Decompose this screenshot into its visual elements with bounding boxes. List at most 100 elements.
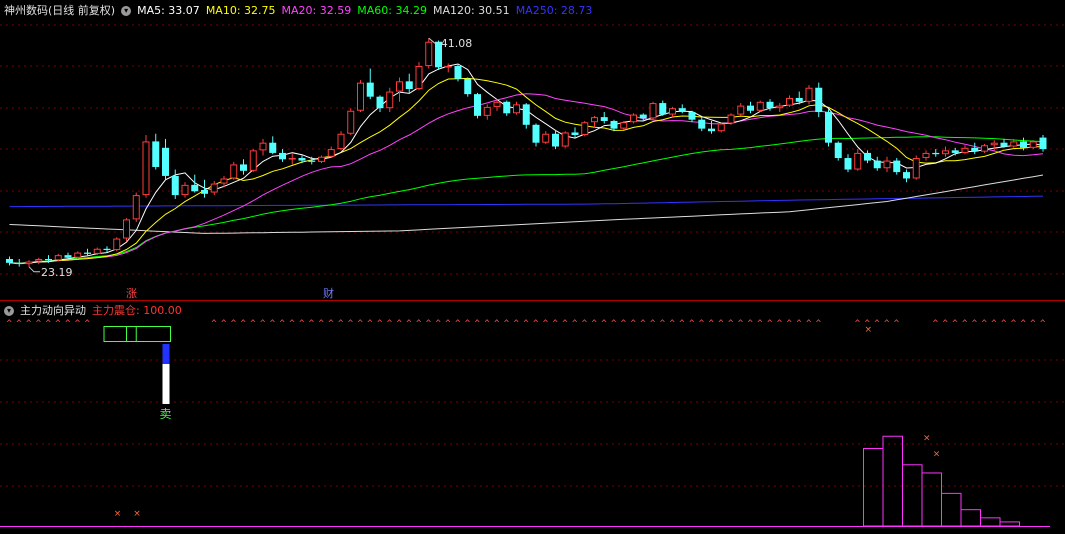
candle-body — [132, 195, 140, 220]
candle-body — [698, 119, 706, 129]
event-cai-badge[interactable]: 财 — [323, 288, 334, 300]
candle-body — [873, 160, 881, 169]
candle-body — [123, 219, 130, 239]
candle-body — [483, 106, 491, 116]
candle-body — [474, 94, 481, 116]
candle-body — [708, 128, 715, 132]
histogram-bar — [863, 447, 884, 527]
candle-body — [834, 142, 842, 159]
caret-marker: ^ — [358, 319, 364, 329]
candle-body — [620, 122, 628, 129]
caret-marker: ^ — [1011, 319, 1017, 329]
caret-marker: ^ — [55, 319, 61, 329]
candle-body — [230, 164, 238, 179]
candle-body — [961, 147, 969, 153]
caret-marker: ^ — [816, 319, 822, 329]
candle-body — [903, 172, 910, 179]
caret-marker: ^ — [611, 319, 617, 329]
caret-marker: ^ — [211, 319, 217, 329]
candle-body — [522, 104, 530, 125]
candle-body — [337, 133, 345, 150]
event-zhang-badge[interactable]: 涨 — [126, 288, 137, 300]
caret-marker: ^ — [709, 319, 715, 329]
candle-body — [152, 141, 160, 167]
signal-box — [103, 326, 171, 342]
candle-body — [64, 255, 72, 258]
caret-marker: ^ — [874, 319, 880, 329]
candle-body — [825, 112, 832, 143]
histogram-bar — [921, 472, 942, 527]
histogram-bar — [980, 517, 1001, 527]
histogram-bar — [902, 464, 923, 527]
caret-marker: ^ — [601, 319, 607, 329]
candlestick-chart: 41.0823.19^ ^ ^ ^ ^ ^ ^ ^ ^ ^ ^ ^ ^ ^ ^ ^ ^ ^ ^ ^ ^ ^ ^ ^ ^ ^ ^ ^ ^ ^… — [0, 24, 1065, 527]
caret-marker: ^ — [26, 319, 32, 329]
caret-marker: ^ — [553, 319, 559, 329]
caret-marker: ^ — [36, 319, 42, 329]
low-marker — [28, 266, 40, 273]
caret-marker: ^ — [65, 319, 71, 329]
caret-marker: ^ — [270, 319, 276, 329]
candle-body — [844, 158, 852, 170]
candle-body — [386, 91, 394, 109]
caret-marker: ^ — [962, 319, 968, 329]
candle-body — [425, 41, 433, 67]
ma250-label: MA250: 28.73 — [515, 4, 593, 17]
candle-body — [454, 66, 462, 79]
candle-body — [503, 101, 511, 114]
caret-marker: ^ — [523, 319, 529, 329]
candle-body — [571, 132, 579, 136]
caret-marker: ^ — [338, 319, 344, 329]
candle-body — [1000, 142, 1008, 147]
candle-body — [54, 255, 62, 261]
candle-body — [883, 160, 891, 169]
caret-marker: ^ — [582, 319, 588, 329]
caret-marker: ^ — [250, 319, 256, 329]
candle-body — [727, 114, 735, 124]
candle-body — [201, 189, 208, 194]
caret-marker: ^ — [679, 319, 685, 329]
caret-marker: ^ — [787, 319, 793, 329]
indicator-title: 主力动向异动 — [20, 304, 86, 317]
candle-body — [74, 252, 82, 258]
caret-marker: ^ — [533, 319, 539, 329]
caret-marker: ^ — [952, 319, 958, 329]
candle-body — [717, 123, 725, 132]
caret-marker: ^ — [484, 319, 490, 329]
caret-marker: ^ — [670, 319, 676, 329]
caret-marker: ^ — [7, 319, 13, 329]
caret-marker: ^ — [1001, 319, 1007, 329]
sell-label: 卖 — [160, 407, 172, 421]
candle-body — [93, 248, 101, 254]
caret-marker: ^ — [367, 319, 373, 329]
candle-body — [737, 105, 745, 115]
candle-body — [922, 152, 930, 159]
lower-chart-header: ▾ 主力动向异动 主力震仓: 100.00 — [4, 304, 182, 318]
caret-marker: ^ — [562, 319, 568, 329]
candle-body — [912, 158, 920, 179]
chevron-down-icon[interactable]: ▾ — [121, 6, 132, 16]
caret-marker: ^ — [982, 319, 988, 329]
candle-body — [415, 66, 423, 90]
candle-body — [464, 78, 472, 95]
candle-body — [786, 97, 793, 106]
candle-body — [581, 122, 589, 136]
candle-body — [25, 261, 33, 265]
candle-body — [630, 114, 637, 123]
candle-body — [191, 184, 199, 192]
chevron-down-icon[interactable]: ▾ — [4, 306, 14, 316]
caret-marker: ^ — [728, 319, 734, 329]
caret-marker: ^ — [650, 319, 656, 329]
candle-body — [493, 101, 501, 107]
caret-marker: ^ — [309, 319, 315, 329]
caret-marker: ^ — [592, 319, 598, 329]
histogram-bar — [941, 492, 962, 527]
candle-body — [981, 145, 988, 152]
caret-marker: ^ — [241, 319, 247, 329]
candle-body — [142, 141, 150, 196]
candle-body — [610, 120, 618, 129]
candle-body — [103, 248, 111, 251]
candle-body — [815, 87, 823, 113]
x-marker: × — [923, 433, 931, 443]
candle-body — [240, 164, 247, 171]
